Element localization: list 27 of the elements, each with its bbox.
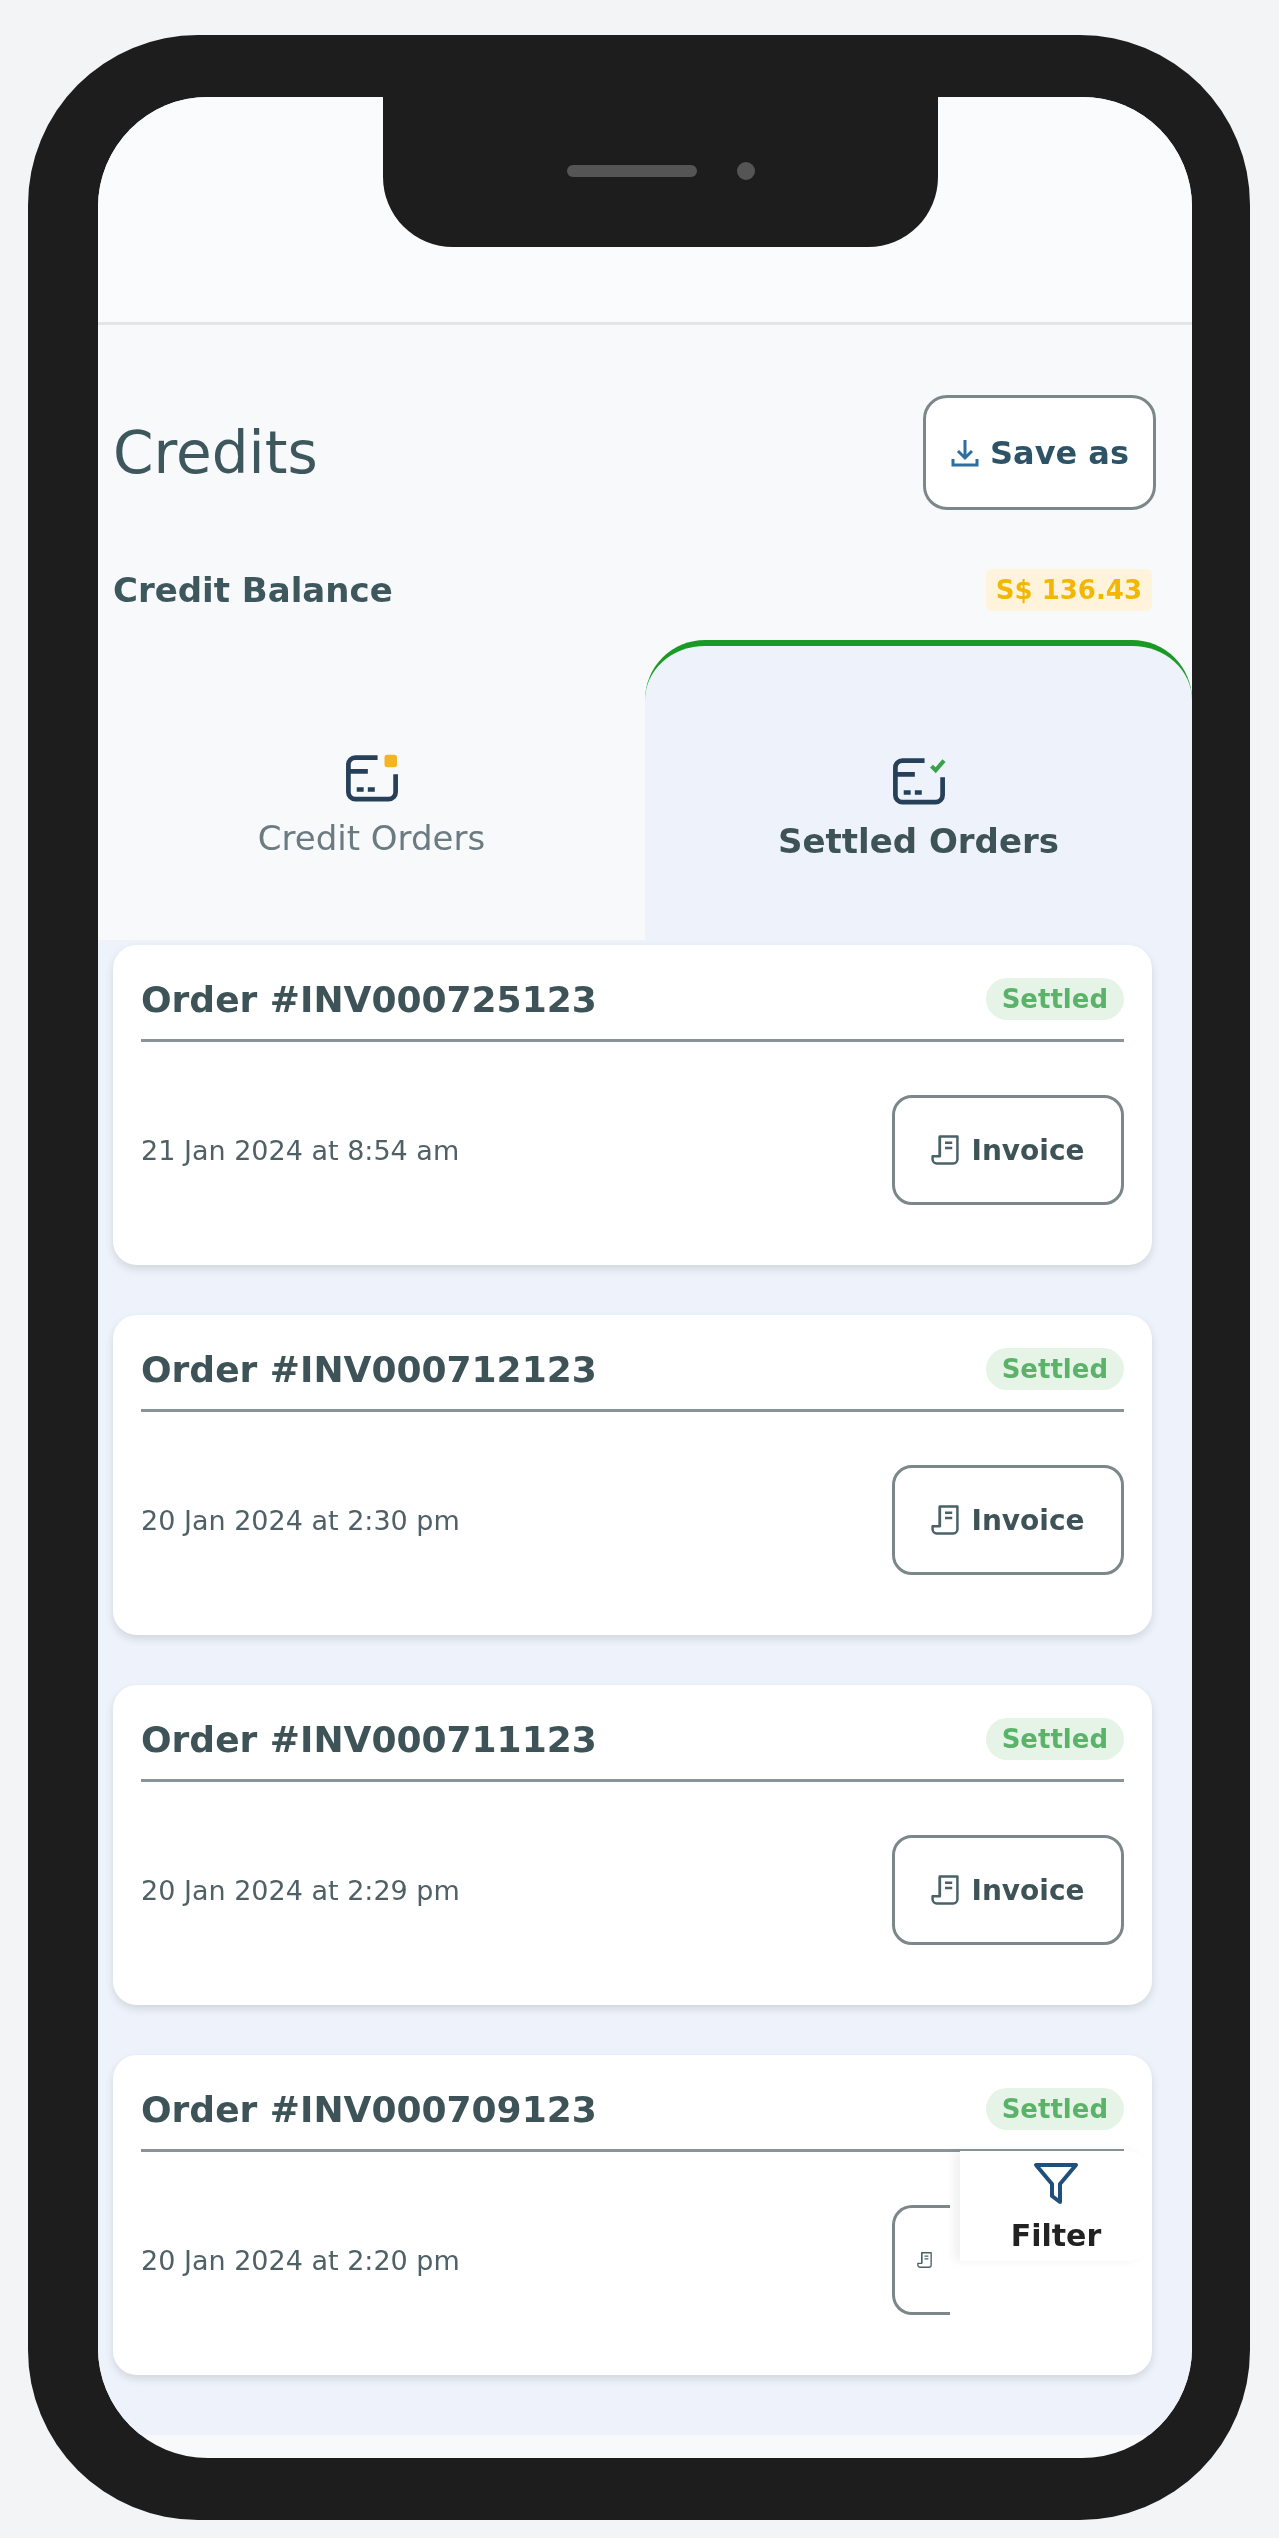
status-badge: Settled: [985, 2088, 1124, 2130]
balance-amount: S$ 136.43: [985, 569, 1152, 611]
order-date: 20 Jan 2024 at 2:29 pm: [141, 1874, 460, 1906]
receipt-icon: [931, 1505, 960, 1535]
page-title: Credits: [113, 418, 318, 487]
order-number: Order #INV000711123: [141, 1718, 597, 1760]
invoice-button[interactable]: [892, 2205, 950, 2315]
order-number: Order #INV000725123: [141, 978, 597, 1020]
status-badge: Settled: [985, 1718, 1124, 1760]
invoice-button[interactable]: Invoice: [892, 1465, 1124, 1575]
order-date: 20 Jan 2024 at 2:30 pm: [141, 1504, 460, 1536]
invoice-button[interactable]: Invoice: [892, 1095, 1124, 1205]
balance-label: Credit Balance: [113, 570, 393, 610]
receipt-icon: [931, 1135, 960, 1165]
status-badge: Settled: [985, 978, 1124, 1020]
receipt-icon: [931, 1875, 960, 1905]
order-date: 20 Jan 2024 at 2:20 pm: [141, 2244, 460, 2276]
order-date: 21 Jan 2024 at 8:54 am: [141, 1134, 460, 1166]
save-as-button[interactable]: Save as: [923, 395, 1156, 510]
tab[interactable]: Settled Orders: [645, 640, 1192, 940]
invoice-button[interactable]: Invoice: [892, 1835, 1124, 1945]
status-badge: Settled: [985, 1348, 1124, 1390]
tab[interactable]: Credit Orders: [98, 640, 645, 940]
order-number: Order #INV000709123: [141, 2088, 597, 2130]
camera-dot: [736, 162, 755, 180]
filter-button[interactable]: Filter: [960, 2151, 1152, 2261]
order-number: Order #INV000712123: [141, 1348, 597, 1390]
